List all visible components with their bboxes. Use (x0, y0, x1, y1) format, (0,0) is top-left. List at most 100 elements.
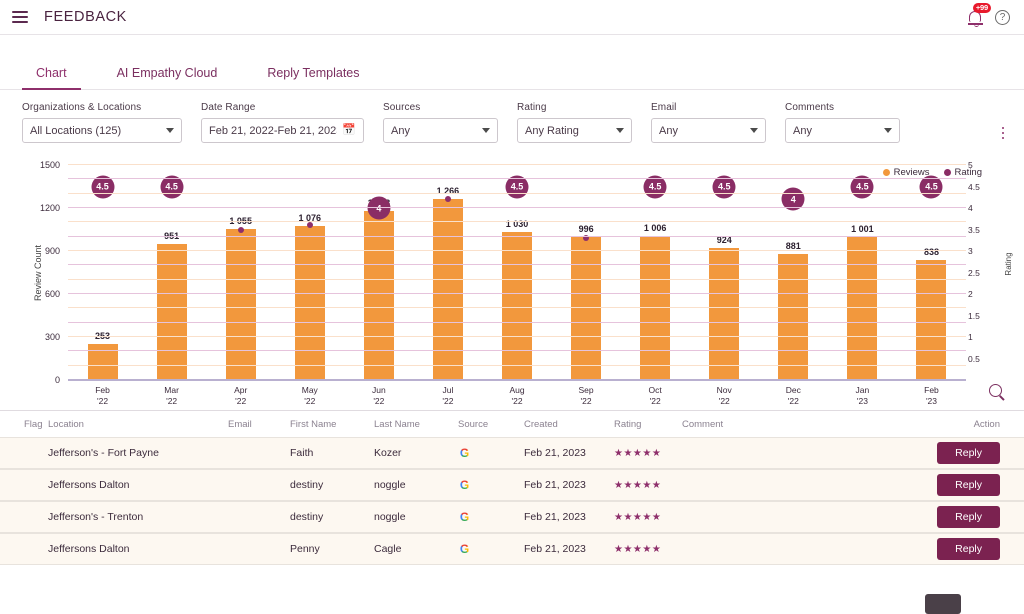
rating-dot[interactable] (238, 227, 244, 233)
y-axis-tick-left: 1500 (22, 160, 60, 170)
filter-comments: Comments Any (785, 102, 900, 143)
reply-button[interactable]: Reply (937, 506, 1000, 528)
bar-group: 2534.59514.5 1 055 1 076 1 1784 1 266 1 0304.… (68, 165, 966, 380)
email-select[interactable]: Any (651, 118, 766, 143)
filter-rating: Rating Any Rating (517, 102, 632, 143)
y-axis-right: 0.511.522.533.544.55 (968, 165, 1002, 380)
google-icon: G (458, 447, 471, 460)
bar-slot[interactable]: 8814 (759, 165, 828, 380)
location-cell: Jefferson's - Fort Payne (48, 447, 228, 459)
y-axis-label-right: Rating (1004, 252, 1013, 275)
tab-ai-empathy-cloud[interactable]: AI Empathy Cloud (103, 66, 232, 89)
bar-slot[interactable]: 1 1784 (344, 165, 413, 380)
rating-bubble[interactable]: 4 (367, 197, 390, 220)
bar-slot[interactable]: 2534.5 (68, 165, 137, 380)
hamburger-icon[interactable] (12, 11, 28, 23)
review-count-bar[interactable]: 253 (88, 344, 118, 380)
created-cell: Feb 21, 2023 (524, 511, 614, 523)
rating-stars: ★★★★★ (614, 448, 682, 459)
gridline (68, 322, 966, 323)
y-axis-tick-left: 1200 (22, 203, 60, 213)
source-cell: G (458, 543, 524, 556)
table-row[interactable]: Jefferson's - TrentondestinynoggleGFeb 2… (0, 501, 1024, 533)
sources-select[interactable]: Any (383, 118, 498, 143)
bar-slot[interactable]: 1 076 (275, 165, 344, 380)
filter-label: Email (651, 102, 766, 113)
rating-dot[interactable] (445, 196, 451, 202)
bar-slot[interactable]: 1 0014.5 (828, 165, 897, 380)
gridline (68, 293, 966, 294)
action-cell: Reply (912, 442, 1024, 464)
gridline (68, 207, 966, 208)
bar-slot[interactable]: 1 055 (206, 165, 275, 380)
gridline (68, 279, 966, 280)
last-name-cell: noggle (374, 511, 458, 523)
plot-area: 2534.59514.5 1 055 1 076 1 1784 1 266 1 0304.… (68, 165, 966, 380)
bar-slot[interactable]: 9514.5 (137, 165, 206, 380)
rating-stars: ★★★★★ (614, 512, 682, 523)
column-header-action: Action (912, 419, 1024, 430)
select-value: Any (659, 125, 744, 137)
bar-slot[interactable]: 8384.5 (897, 165, 966, 380)
bar-slot[interactable]: 1 0304.5 (482, 165, 551, 380)
table-row[interactable]: Jeffersons DaltondestinynoggleGFeb 21, 2… (0, 469, 1024, 501)
y-axis-tick-right: 1.5 (968, 311, 998, 321)
filter-label: Comments (785, 102, 900, 113)
select-value: Any (793, 125, 878, 137)
help-icon[interactable]: ? (995, 10, 1010, 25)
column-header-last-name: Last Name (374, 419, 458, 430)
created-cell: Feb 21, 2023 (524, 543, 614, 555)
filter-label: Date Range (201, 102, 364, 113)
tab-bar: Chart AI Empathy Cloud Reply Templates (0, 35, 1024, 90)
page-title: FEEDBACK (44, 9, 127, 25)
column-header-comment: Comment (682, 419, 912, 430)
action-cell: Reply (912, 538, 1024, 560)
search-icon[interactable] (989, 384, 1002, 397)
first-name-cell: Faith (290, 447, 374, 459)
rating-select[interactable]: Any Rating (517, 118, 632, 143)
y-axis-tick-right: 2 (968, 289, 998, 299)
review-count-bar[interactable]: 1 030 (502, 232, 532, 380)
y-axis-tick-right: 5 (968, 160, 998, 170)
y-axis-tick-right: 4.5 (968, 182, 998, 192)
bar-value-label: 1 006 (644, 223, 667, 233)
table-header-row: Flag Location Email First Name Last Name… (0, 411, 1024, 437)
reply-button[interactable]: Reply (937, 538, 1000, 560)
review-count-bar[interactable]: 996 (571, 237, 601, 380)
reply-button[interactable]: Reply (937, 474, 1000, 496)
location-cell: Jefferson's - Trenton (48, 511, 228, 523)
y-axis-tick-right: 0.5 (968, 354, 998, 364)
filter-bar: Organizations & Locations All Locations … (0, 90, 1024, 151)
review-count-bar[interactable]: 1 266 (433, 199, 463, 380)
review-count-bar[interactable]: 881 (778, 254, 808, 380)
google-icon: G (458, 543, 471, 556)
tooltip-content (925, 594, 961, 614)
tab-reply-templates[interactable]: Reply Templates (253, 66, 373, 89)
rating-dot[interactable] (307, 222, 313, 228)
table-row[interactable]: Jefferson's - Fort PayneFaithKozerGFeb 2… (0, 437, 1024, 469)
reply-button[interactable]: Reply (937, 442, 1000, 464)
reviews-rating-chart: Review Count Rating 030060090012001500 0… (0, 165, 1024, 380)
bar-slot[interactable]: 1 266 (413, 165, 482, 380)
filter-sources: Sources Any (383, 102, 498, 143)
review-count-bar[interactable]: 1 055 (226, 229, 256, 380)
review-count-bar[interactable]: 1 076 (295, 226, 325, 380)
y-axis-left: 030060090012001500 (22, 165, 60, 380)
tab-chart[interactable]: Chart (22, 66, 81, 89)
date-range-select[interactable]: Feb 21, 2022-Feb 21, 2023 📅 (201, 118, 364, 143)
more-options-icon[interactable] (1002, 127, 1005, 140)
notification-bell-icon[interactable]: +99 (967, 7, 985, 27)
filter-label: Organizations & Locations (22, 102, 182, 113)
review-count-bar[interactable]: 924 (709, 248, 739, 380)
first-name-cell: destiny (290, 479, 374, 491)
location-cell: Jeffersons Dalton (48, 479, 228, 491)
bar-slot[interactable]: 9244.5 (690, 165, 759, 380)
bar-slot[interactable]: 1 0064.5 (621, 165, 690, 380)
organizations-locations-select[interactable]: All Locations (125) (22, 118, 182, 143)
table-row[interactable]: Jeffersons DaltonPennyCagleGFeb 21, 2023… (0, 533, 1024, 565)
comments-select[interactable]: Any (785, 118, 900, 143)
filter-label: Rating (517, 102, 632, 113)
filter-date-range: Date Range Feb 21, 2022-Feb 21, 2023 📅 (201, 102, 364, 143)
bar-slot[interactable]: 996 (552, 165, 621, 380)
column-header-location: Location (48, 419, 228, 430)
